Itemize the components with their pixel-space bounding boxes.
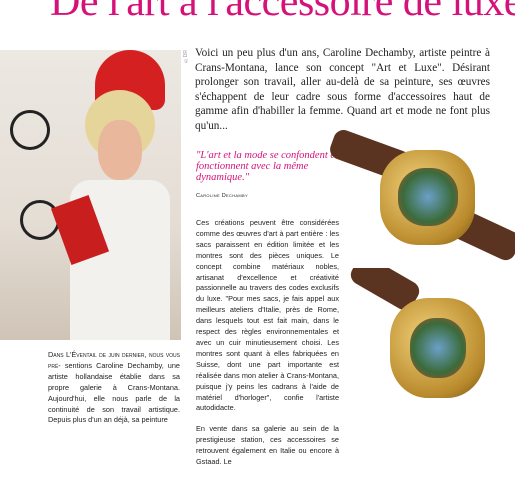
painted-face <box>20 200 60 240</box>
article-title: De l'art à l'accessoire de luxe <box>50 0 515 25</box>
watch-image <box>330 130 515 265</box>
body-paragraph: En vente dans sa galerie au sein de la p… <box>196 424 339 467</box>
artist-photo <box>0 50 181 340</box>
article-body: Ces créations peuvent être considérées c… <box>196 218 339 478</box>
caption-text: sentions Caroline Dechamby, une artiste … <box>48 360 180 425</box>
watch-image <box>330 268 515 406</box>
photo-caption: Dans L'Éventail de juin dernier, nous vo… <box>48 350 180 426</box>
quote-author: Caroline Dechamby <box>196 193 248 199</box>
artist-face <box>98 120 142 180</box>
photo-credit: ©DR <box>183 50 189 64</box>
body-paragraph: Ces créations peuvent être considérées c… <box>196 218 339 413</box>
article-intro: Voici un peu plus d'un ans, Caroline Dec… <box>195 47 490 132</box>
painted-face <box>10 110 50 150</box>
pull-quote: "L'art et la mode se confondent et fonct… <box>196 150 338 183</box>
